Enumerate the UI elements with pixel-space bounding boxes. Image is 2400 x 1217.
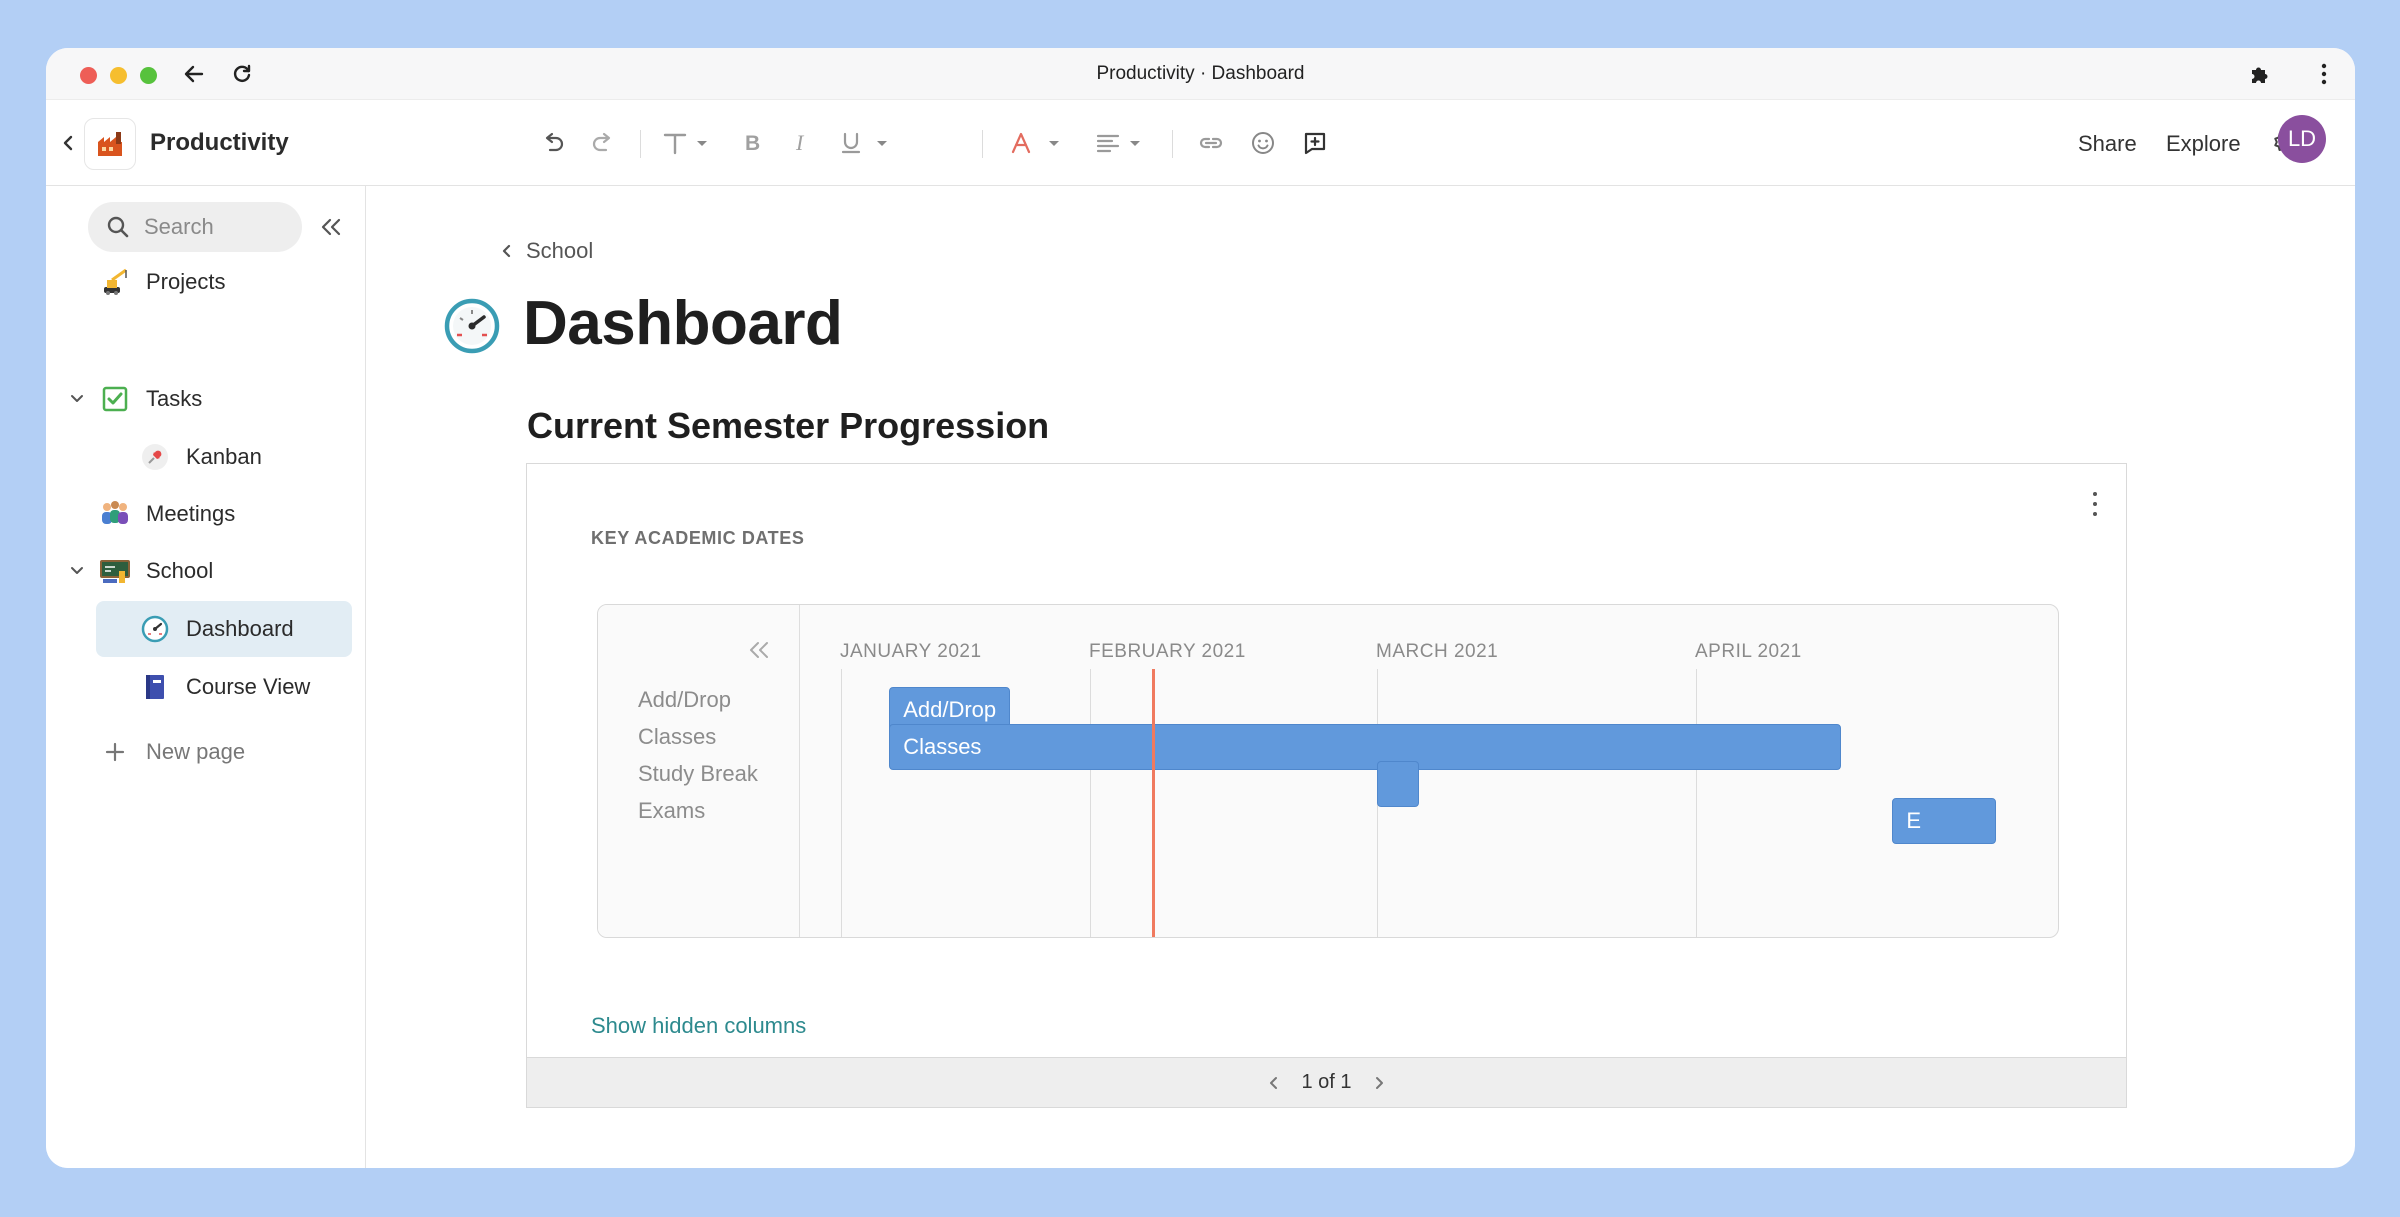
new-page-button[interactable]: New page bbox=[98, 724, 245, 780]
gantt-row-label: Exams bbox=[638, 798, 706, 823]
new-page-label: New page bbox=[146, 739, 246, 764]
chevron-down-icon[interactable] bbox=[68, 390, 86, 408]
sidebar-item-label: Kanban bbox=[186, 444, 262, 469]
speedometer-icon bbox=[138, 612, 172, 646]
italic-icon[interactable]: I bbox=[784, 126, 818, 160]
gantt-card: KEY ACADEMIC DATES Add/Drop Classes Study … bbox=[526, 463, 2127, 1108]
chevron-down-icon[interactable] bbox=[68, 562, 86, 580]
title-bar: Productivity · Dashboard bbox=[46, 48, 2355, 100]
page-title: Dashboard bbox=[523, 289, 843, 358]
sidebar-item-meetings[interactable]: Meetings bbox=[98, 486, 235, 542]
sidebar-item-label: Projects bbox=[146, 269, 226, 294]
speedometer-icon[interactable] bbox=[444, 298, 500, 359]
app-header: Productivity B I Share Explore bbox=[46, 100, 2355, 186]
sidebar-item-label: Tasks bbox=[146, 386, 203, 411]
redo-icon[interactable] bbox=[586, 126, 620, 160]
checkbox-icon bbox=[98, 382, 132, 416]
undo-icon[interactable] bbox=[536, 126, 570, 160]
gantt-row-label: Add/Drop bbox=[638, 687, 731, 712]
prev-page-icon[interactable] bbox=[1269, 1075, 1279, 1091]
extensions-puzzle-icon[interactable] bbox=[2244, 58, 2276, 90]
underline-dropdown[interactable] bbox=[830, 126, 900, 160]
sidebar-item-school[interactable]: School bbox=[98, 543, 213, 599]
more-vertical-icon[interactable] bbox=[2090, 492, 2100, 516]
browser-window: Productivity · Dashboard Productivity B bbox=[46, 48, 2355, 1168]
people-icon bbox=[98, 497, 132, 531]
next-page-icon[interactable] bbox=[1374, 1075, 1384, 1091]
gantt-bar[interactable]: Classes bbox=[889, 724, 1841, 770]
breadcrumb[interactable]: School bbox=[502, 238, 593, 264]
plus-icon bbox=[98, 735, 132, 769]
notebook-icon bbox=[138, 670, 172, 704]
month-label: APRIL 2021 bbox=[1695, 641, 1802, 662]
breadcrumb-label: School bbox=[526, 238, 594, 263]
month-label: JANUARY 2021 bbox=[840, 641, 982, 662]
window-title: Productivity · Dashboard bbox=[1096, 63, 1305, 84]
today-marker bbox=[1151, 669, 1155, 937]
gantt-timeline: JANUARY 2021 FEBRUARY 2021 MARCH 2021 APRIL… bbox=[801, 605, 2058, 937]
chevron-left-icon bbox=[502, 244, 511, 258]
gantt-row-label: Classes bbox=[638, 724, 717, 749]
sidebar: Projects Tasks Kanban Meetings bbox=[46, 186, 366, 1168]
show-hidden-columns-link[interactable]: Show hidden columns bbox=[591, 1013, 806, 1039]
gantt-row-labels: Add/Drop Classes Study Break Exams bbox=[598, 605, 800, 937]
app-logo-factory-icon[interactable] bbox=[84, 118, 136, 170]
share-button[interactable]: Share bbox=[2078, 131, 2137, 157]
text-style-dropdown[interactable] bbox=[658, 126, 720, 160]
text-color-dropdown[interactable] bbox=[1002, 126, 1072, 160]
collapse-columns-icon[interactable] bbox=[748, 641, 770, 664]
sidebar-item-tasks[interactable]: Tasks bbox=[98, 371, 202, 427]
month-gridline bbox=[841, 669, 842, 937]
gantt-bar[interactable]: E bbox=[1892, 798, 1996, 844]
page-indicator: 1 of 1 bbox=[1301, 1071, 1352, 1093]
section-title: Current Semester Progression bbox=[527, 405, 1050, 446]
svg-text:I: I bbox=[795, 132, 805, 154]
sidebar-item-label: Meetings bbox=[146, 501, 236, 526]
school-icon bbox=[98, 554, 132, 588]
search-input[interactable] bbox=[144, 214, 284, 240]
avatar[interactable]: LD bbox=[2278, 115, 2326, 163]
gantt-chart: Add/Drop Classes Study Break Exams JANUARY … bbox=[597, 604, 2059, 938]
add-comment-icon[interactable] bbox=[1298, 126, 1332, 160]
chevron-left-icon[interactable] bbox=[56, 128, 80, 158]
more-vertical-icon[interactable] bbox=[2308, 58, 2340, 90]
collapse-sidebar-icon[interactable] bbox=[318, 214, 344, 240]
month-gridline bbox=[1090, 669, 1091, 937]
explore-button[interactable]: Explore bbox=[2166, 131, 2241, 157]
sidebar-item-label: School bbox=[146, 558, 214, 583]
search-box[interactable] bbox=[88, 202, 302, 252]
month-label: MARCH 2021 bbox=[1376, 641, 1499, 662]
sidebar-item-projects[interactable]: Projects bbox=[98, 254, 225, 310]
app-name: Productivity bbox=[150, 129, 289, 156]
link-icon[interactable] bbox=[1194, 126, 1228, 160]
crane-icon bbox=[98, 265, 132, 299]
align-dropdown[interactable] bbox=[1092, 126, 1152, 160]
sidebar-item-label: Dashboard bbox=[186, 616, 294, 641]
month-gridline bbox=[1696, 669, 1697, 937]
sidebar-item-course-view[interactable]: Course View bbox=[138, 659, 310, 715]
gantt-bar[interactable] bbox=[1377, 761, 1419, 807]
pushpin-icon bbox=[138, 440, 172, 474]
sidebar-item-kanban[interactable]: Kanban bbox=[138, 429, 262, 485]
bold-icon[interactable]: B bbox=[734, 126, 768, 160]
emoji-icon[interactable] bbox=[1246, 126, 1280, 160]
card-label: KEY ACADEMIC DATES bbox=[591, 528, 805, 548]
sidebar-item-dashboard[interactable]: Dashboard bbox=[96, 601, 352, 657]
pagination: 1 of 1 bbox=[527, 1057, 2126, 1107]
svg-text:B: B bbox=[745, 132, 760, 154]
search-icon bbox=[107, 216, 129, 238]
gantt-row-label: Study Break bbox=[638, 761, 758, 786]
sidebar-item-label: Course View bbox=[186, 674, 311, 699]
month-label: FEBRUARY 2021 bbox=[1089, 641, 1246, 662]
